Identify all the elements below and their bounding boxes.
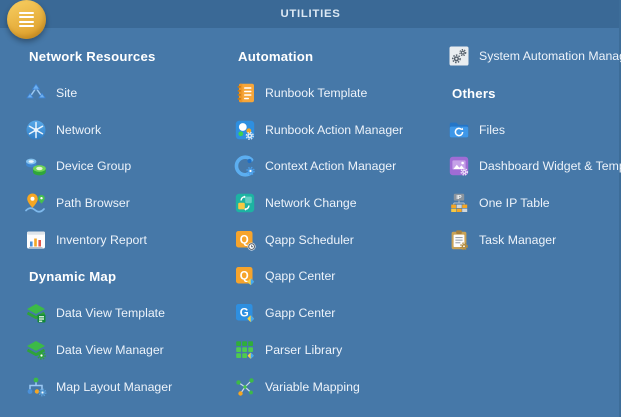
- one-ip-table-icon: IP: [447, 191, 471, 215]
- utility-item-label: Task Manager: [479, 233, 556, 247]
- utility-item-label: Device Group: [56, 159, 131, 173]
- utility-item-label: Site: [56, 86, 77, 100]
- utility-item-runbook-action-manager[interactable]: Runbook Action Manager: [233, 111, 443, 148]
- map-layout-manager-icon: [24, 375, 48, 399]
- top-bar: UTILITIES: [0, 0, 621, 28]
- utility-item-runbook-template[interactable]: Runbook Template: [233, 75, 443, 112]
- utility-item-one-ip-table[interactable]: IP One IP Table: [447, 185, 619, 222]
- utilities-page: UTILITIES Network Resources Site: [0, 0, 621, 417]
- utility-item-label: Qapp Scheduler: [265, 233, 354, 247]
- svg-text:Q: Q: [240, 234, 249, 246]
- column-automation: Automation: [233, 28, 443, 405]
- data-view-template-icon: [24, 301, 48, 325]
- section-header-network-resources: Network Resources: [24, 38, 226, 75]
- utility-item-network[interactable]: Network: [24, 111, 226, 148]
- path-browser-icon: [24, 191, 48, 215]
- svg-text:G: G: [240, 308, 249, 320]
- site-icon: [24, 81, 48, 105]
- utility-item-label: Runbook Template: [265, 86, 367, 100]
- utility-item-label: Dashboard Widget & Template: [479, 159, 621, 173]
- variable-mapping-icon: [233, 375, 257, 399]
- section-header-dynamic-map: Dynamic Map: [24, 258, 226, 295]
- column-network-resources: Network Resources Site: [24, 28, 226, 405]
- utility-item-dashboard-widget-template[interactable]: Dashboard Widget & Template: [447, 148, 619, 185]
- column-others: System Automation Manager Others Files: [447, 28, 619, 258]
- network-change-icon: [233, 191, 257, 215]
- section-header-automation: Automation: [233, 38, 443, 75]
- system-automation-manager-icon: [447, 44, 471, 68]
- svg-text:IP: IP: [456, 195, 462, 201]
- utility-item-path-browser[interactable]: Path Browser: [24, 185, 226, 222]
- section-header-others: Others: [447, 75, 619, 112]
- hamburger-icon: [19, 12, 34, 27]
- main-menu-button[interactable]: [7, 0, 46, 39]
- gapp-center-icon: G: [233, 301, 257, 325]
- parser-library-icon: [233, 338, 257, 362]
- utility-item-label: Network: [56, 123, 101, 137]
- utility-item-label: Qapp Center: [265, 269, 335, 283]
- utility-item-parser-library[interactable]: Parser Library: [233, 332, 443, 369]
- utility-item-label: Runbook Action Manager: [265, 123, 403, 137]
- utility-item-label: Variable Mapping: [265, 380, 360, 394]
- qapp-center-icon: Q: [233, 264, 257, 288]
- utility-item-qapp-center[interactable]: Q Qapp Center: [233, 258, 443, 295]
- utility-item-variable-mapping[interactable]: Variable Mapping: [233, 368, 443, 405]
- utility-item-device-group[interactable]: Device Group: [24, 148, 226, 185]
- inventory-report-icon: [24, 228, 48, 252]
- utility-item-label: One IP Table: [479, 196, 550, 210]
- network-icon: [24, 118, 48, 142]
- svg-text:Q: Q: [240, 271, 249, 283]
- runbook-template-icon: [233, 81, 257, 105]
- context-action-manager-icon: [233, 154, 257, 178]
- utility-item-qapp-scheduler[interactable]: Q Qapp Scheduler: [233, 221, 443, 258]
- device-group-icon: [24, 154, 48, 178]
- utility-item-label: Map Layout Manager: [56, 380, 172, 394]
- utility-item-label: Data View Template: [56, 306, 165, 320]
- utility-item-label: Gapp Center: [265, 306, 335, 320]
- utility-item-map-layout-manager[interactable]: Map Layout Manager: [24, 368, 226, 405]
- utility-item-label: Inventory Report: [56, 233, 147, 247]
- utility-item-network-change[interactable]: Network Change: [233, 185, 443, 222]
- utility-item-label: Data View Manager: [56, 343, 164, 357]
- utility-item-data-view-manager[interactable]: Data View Manager: [24, 332, 226, 369]
- utility-item-system-automation-manager[interactable]: System Automation Manager: [447, 38, 619, 75]
- qapp-scheduler-icon: Q: [233, 228, 257, 252]
- utility-item-label: Network Change: [265, 196, 357, 210]
- runbook-action-manager-icon: [233, 118, 257, 142]
- utility-item-gapp-center[interactable]: G Gapp Center: [233, 295, 443, 332]
- utility-item-label: Parser Library: [265, 343, 342, 357]
- utility-item-label: System Automation Manager: [479, 49, 621, 63]
- utility-item-context-action-manager[interactable]: Context Action Manager: [233, 148, 443, 185]
- utility-item-label: Context Action Manager: [265, 159, 396, 173]
- utility-item-site[interactable]: Site: [24, 75, 226, 112]
- utility-item-task-manager[interactable]: Task Manager: [447, 221, 619, 258]
- files-icon: [447, 118, 471, 142]
- dashboard-widget-template-icon: [447, 154, 471, 178]
- utility-item-label: Files: [479, 123, 505, 137]
- data-view-manager-icon: [24, 338, 48, 362]
- utility-item-label: Path Browser: [56, 196, 130, 210]
- task-manager-icon: [447, 228, 471, 252]
- utility-item-files[interactable]: Files: [447, 111, 619, 148]
- utility-item-inventory-report[interactable]: Inventory Report: [24, 221, 226, 258]
- page-title: UTILITIES: [0, 0, 621, 28]
- utility-item-data-view-template[interactable]: Data View Template: [24, 295, 226, 332]
